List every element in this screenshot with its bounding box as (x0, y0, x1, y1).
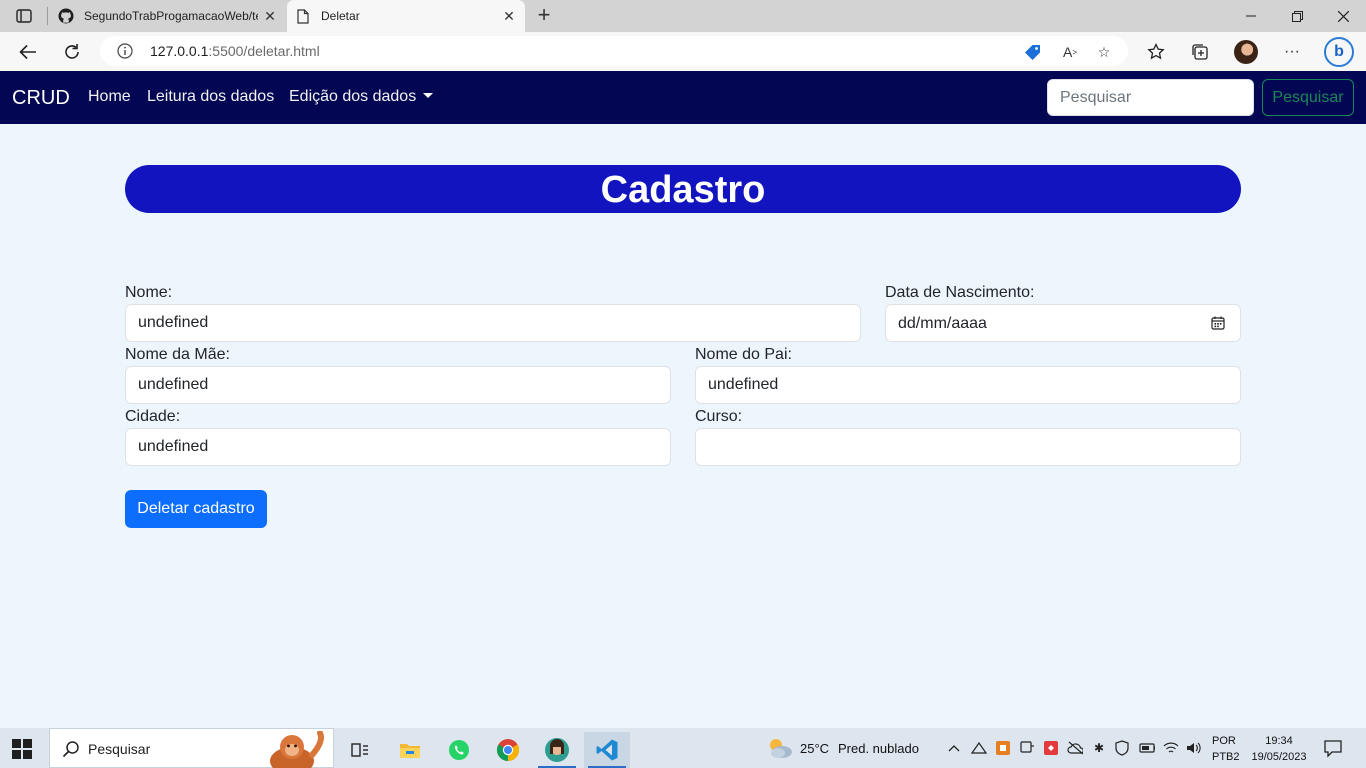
tab-github[interactable]: SegundoTrabProgamacaoWeb/te ✕ (50, 0, 286, 32)
tab-deletar[interactable]: Deletar ✕ (287, 0, 525, 32)
orangutan-illustration-icon (262, 730, 332, 768)
weather-temperature[interactable]: 25°C (800, 741, 829, 756)
data-nascimento-field[interactable]: dd/mm/aaaa (885, 304, 1241, 342)
tray-red-app-icon[interactable] (1043, 740, 1059, 756)
dropdown-caret-icon (423, 93, 434, 98)
more-options-icon[interactable]: ··· (1280, 40, 1304, 64)
close-tab-icon[interactable]: ✕ (497, 4, 521, 28)
url-field[interactable]: 127.0.0.1:5500/deletar.html A > ☆ (100, 36, 1128, 66)
refresh-icon[interactable] (56, 36, 88, 68)
cidade-label: Cidade: (125, 408, 181, 425)
new-tab-button[interactable]: + (530, 4, 558, 28)
wifi-icon[interactable] (1163, 740, 1179, 756)
minimize-icon[interactable] (1228, 0, 1274, 32)
clock-time: 19:34 (1265, 735, 1293, 747)
nav-dropdown-label: Edição dos dados (289, 88, 417, 105)
navbar-search-input[interactable] (1047, 79, 1254, 116)
file-explorer-icon[interactable] (387, 732, 433, 768)
navbar-search-button[interactable]: Pesquisar (1262, 79, 1354, 116)
nav-dropdown-edicao[interactable]: Edição dos dados (289, 88, 434, 106)
tray-shield-icon[interactable] (1114, 740, 1130, 756)
tray-cloud-offline-icon[interactable] (1067, 740, 1083, 756)
nav-link-leitura[interactable]: Leitura dos dados (147, 88, 274, 106)
nome-label: Nome: (125, 284, 173, 301)
date-placeholder: dd/mm/aaaa (898, 315, 987, 332)
close-window-icon[interactable] (1320, 0, 1366, 32)
favorites-icon[interactable] (1144, 40, 1168, 64)
windows-taskbar: Pesquisar 25°C Pred. nublado ✱ POR PTB2 … (0, 728, 1366, 768)
url-path: :5500/deletar.html (208, 43, 320, 59)
tab-actions-icon[interactable] (10, 6, 38, 26)
edge-profile-taskbar-icon[interactable] (534, 732, 580, 768)
nome-mae-label: Nome da Mãe: (125, 346, 230, 363)
nome-pai-field[interactable] (695, 366, 1241, 404)
chevron-up-icon[interactable] (946, 740, 962, 756)
tray-bug-icon[interactable]: ✱ (1091, 740, 1107, 756)
search-icon (62, 740, 80, 758)
close-tab-icon[interactable]: ✕ (258, 4, 282, 28)
github-icon (58, 8, 74, 24)
profile-avatar[interactable] (1234, 40, 1258, 64)
tab-separator (47, 7, 48, 25)
weather-description[interactable]: Pred. nublado (838, 741, 919, 756)
bing-icon[interactable]: b (1324, 37, 1354, 67)
page-title: Cadastro (125, 165, 1241, 213)
task-view-icon[interactable] (337, 732, 383, 768)
whatsapp-icon[interactable] (436, 732, 482, 768)
tray-app-icon[interactable] (971, 740, 987, 756)
site-info-icon[interactable] (117, 43, 133, 59)
language-code: POR (1212, 735, 1236, 747)
tab-title: Deletar (321, 9, 360, 23)
volume-icon[interactable] (1186, 740, 1202, 756)
add-favorite-icon[interactable]: ☆ (1094, 42, 1114, 62)
address-bar-row: 127.0.0.1:5500/deletar.html A > ☆ ··· b (0, 32, 1366, 71)
url-text: 127.0.0.1:5500/deletar.html (150, 43, 320, 59)
curso-field[interactable] (695, 428, 1241, 466)
tab-title: SegundoTrabProgamacaoWeb/te (84, 9, 258, 23)
nav-link-home[interactable]: Home (88, 88, 131, 106)
read-aloud-icon[interactable]: A > (1060, 42, 1080, 62)
cidade-field[interactable] (125, 428, 671, 466)
tray-orange-app-icon[interactable] (995, 740, 1011, 756)
page-navbar: CRUD Home Leitura dos dados Edição dos d… (0, 71, 1366, 124)
delete-button[interactable]: Deletar cadastro (125, 490, 267, 528)
taskbar-search-box[interactable]: Pesquisar (49, 728, 334, 768)
collections-icon[interactable] (1188, 40, 1212, 64)
calendar-icon[interactable] (1211, 316, 1225, 330)
taskbar-search-text: Pesquisar (88, 741, 151, 757)
nome-pai-label: Nome do Pai: (695, 346, 792, 363)
back-arrow-icon[interactable] (12, 36, 44, 68)
tray-monitor-icon[interactable] (1019, 740, 1035, 756)
nome-mae-field[interactable] (125, 366, 671, 404)
language-indicator[interactable]: POR PTB2 (1212, 733, 1240, 765)
page-icon (295, 8, 311, 24)
data-nascimento-label: Data de Nascimento: (885, 284, 1035, 301)
vscode-icon[interactable] (584, 732, 630, 768)
keyboard-layout: PTB2 (1212, 751, 1240, 763)
url-host: 127.0.0.1 (150, 43, 209, 59)
nome-field[interactable] (125, 304, 861, 342)
notification-center-icon[interactable] (1323, 738, 1343, 758)
weather-cloud-icon[interactable] (766, 736, 794, 760)
restore-icon[interactable] (1274, 0, 1320, 32)
system-clock[interactable]: 19:34 19/05/2023 (1248, 733, 1310, 765)
chrome-icon[interactable] (485, 732, 531, 768)
browser-tab-strip: SegundoTrabProgamacaoWeb/te ✕ Deletar ✕ … (0, 0, 1366, 32)
battery-icon[interactable] (1139, 740, 1155, 756)
price-tag-icon[interactable] (1022, 42, 1042, 62)
curso-label: Curso: (695, 408, 743, 425)
clock-date: 19/05/2023 (1251, 751, 1307, 763)
windows-start-icon[interactable] (12, 739, 32, 759)
brand-logo[interactable]: CRUD (12, 87, 70, 110)
